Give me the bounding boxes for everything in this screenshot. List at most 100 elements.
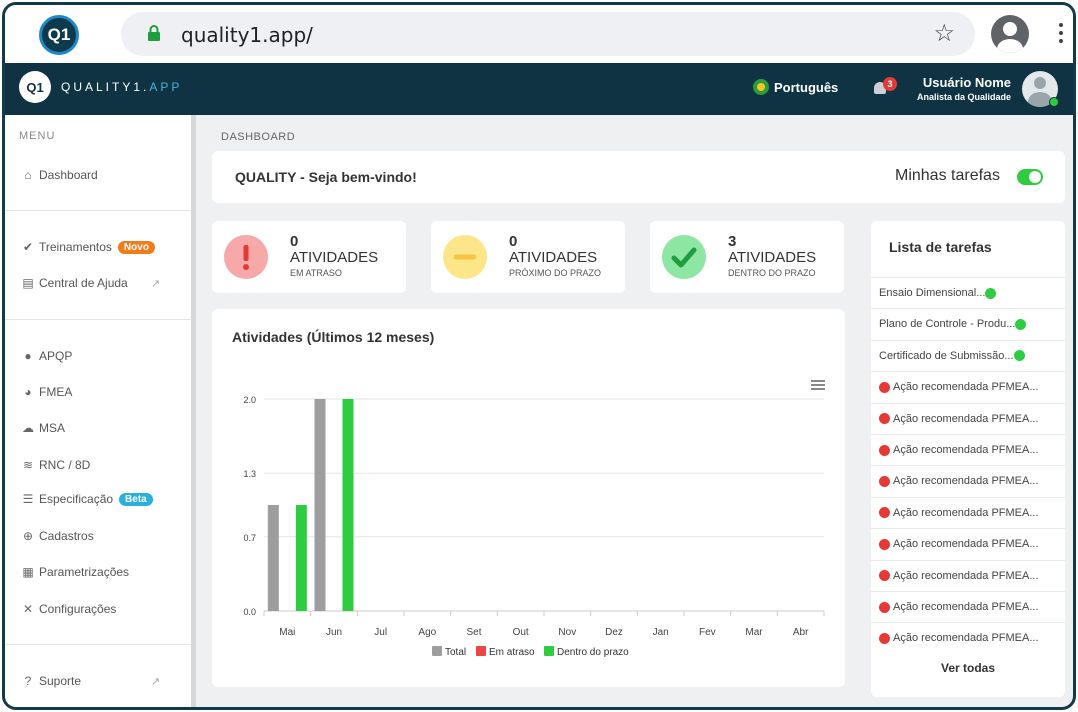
check-icon	[662, 235, 706, 279]
legend-label: Em atraso	[489, 647, 535, 658]
task-list-item[interactable]: Ação recomendada PFMEA...	[871, 371, 1065, 402]
browser-menu-icon[interactable]	[1059, 23, 1065, 47]
bar-total	[314, 399, 326, 611]
stat-count: 0	[509, 233, 518, 250]
browser-app-logo[interactable]: Q1	[39, 15, 79, 55]
sidebar-item-rnc-8d[interactable]: ≋ RNC / 8D	[21, 455, 90, 475]
sidebar-item-central-de-ajuda[interactable]: ▤ Central de Ajuda	[21, 273, 127, 293]
task-list-item[interactable]: Ação recomendada PFMEA...	[871, 622, 1065, 653]
x-tick-label: Fev	[699, 627, 716, 638]
legend-label: Dentro do prazo	[557, 647, 629, 658]
task-label: Ação recomendada PFMEA...	[893, 475, 1039, 488]
app-logo[interactable]: Q1	[19, 71, 51, 103]
task-label: Ação recomendada PFMEA...	[893, 412, 1039, 425]
stat-card-near-due[interactable]: 0 ATIVIDADES PRÓXIMO DO PRAZO	[431, 221, 625, 293]
sidebar-item-cadastros[interactable]: ⊕ Cadastros	[21, 526, 94, 546]
beta-badge: Beta	[119, 492, 153, 506]
status-ok-dot	[1013, 350, 1025, 362]
user-name[interactable]: Usuário Nome	[923, 75, 1011, 90]
home-icon: ⌂	[24, 168, 32, 182]
task-list-item[interactable]: Ensaio Dimensional...	[871, 277, 1065, 308]
task-label: Ação recomendada PFMEA...	[893, 569, 1039, 582]
legend-swatch	[432, 646, 442, 656]
url-text: quality1.app/	[181, 23, 313, 47]
status-late-dot	[879, 632, 890, 644]
sidebar-item-suporte[interactable]: ? Suporte	[21, 671, 81, 691]
status-late-dot	[879, 601, 890, 613]
status-late-dot	[879, 475, 890, 487]
x-tick-label: Jul	[374, 627, 387, 638]
x-tick-label: Jun	[326, 627, 342, 638]
my-tasks-toggle[interactable]	[1017, 169, 1043, 185]
task-label: Ação recomendada PFMEA...	[893, 538, 1039, 551]
x-tick-label: Mar	[745, 627, 763, 638]
task-list-item[interactable]: Ação recomendada PFMEA...	[871, 496, 1065, 528]
stat-card-overdue[interactable]: 0 ATIVIDADES EM ATRASO	[212, 221, 406, 293]
status-ok-dot	[985, 287, 997, 299]
task-list-item[interactable]: Ação recomendada PFMEA...	[871, 465, 1065, 496]
task-list-item[interactable]: Ação recomendada PFMEA...	[871, 434, 1065, 465]
task-list-item[interactable]: Ação recomendada PFMEA...	[871, 528, 1065, 559]
user-role: Analista da Qualidade	[916, 92, 1011, 102]
address-bar[interactable]: quality1.app/ ☆	[121, 12, 975, 56]
sidebar-item-especificacao[interactable]: ☰ Especificação Beta	[21, 489, 153, 509]
task-list-item[interactable]: Plano de Controle - Produ...	[871, 308, 1065, 339]
language-label: Português	[774, 79, 839, 95]
stat-count: 0	[290, 233, 299, 250]
list-icon: ☰	[22, 492, 34, 506]
sidebar-item-apqp[interactable]: ● APQP	[21, 346, 72, 366]
task-label: Ensaio Dimensional...	[879, 287, 986, 299]
x-tick-label: Ago	[418, 627, 436, 638]
stat-sublabel: EM ATRASO	[290, 268, 342, 278]
task-label: Ação recomendada PFMEA...	[893, 444, 1039, 456]
external-link-icon[interactable]: ↗	[151, 675, 160, 688]
bar-total	[267, 505, 279, 611]
sidebar-item-parametrizacoes[interactable]: ▦ Parametrizações	[21, 562, 129, 582]
browser-profile-avatar[interactable]	[991, 15, 1029, 53]
bar-dentro-do-prazo	[295, 505, 307, 611]
notification-count-badge: 3	[883, 77, 897, 91]
sidebar-item-treinamentos[interactable]: ✔ Treinamentos Novo	[21, 237, 155, 257]
question-icon: ?	[24, 674, 32, 688]
external-link-icon[interactable]: ↗	[151, 277, 160, 290]
language-selector[interactable]: Português	[753, 79, 838, 95]
stat-count: 3	[728, 233, 737, 250]
task-list-item[interactable]: Ação recomendada PFMEA...	[871, 591, 1065, 622]
task-label: Ação recomendada PFMEA...	[893, 381, 1039, 394]
task-list-item[interactable]: Certificado de Submissão...	[871, 339, 1065, 371]
stat-card-on-time[interactable]: 3 ATIVIDADES DENTRO DO PRAZO	[650, 221, 844, 293]
notifications-bell-icon[interactable]: 3	[871, 77, 897, 99]
brazil-flag-icon	[753, 79, 769, 95]
sidebar-item-dashboard[interactable]: ⌂ Dashboard	[21, 165, 97, 185]
y-tick-label: 0.0	[243, 607, 256, 617]
app-header: Q1 QUALITY1.APP Português 3 Usuário Nome…	[5, 63, 1073, 115]
y-tick-label: 0.7	[243, 533, 256, 543]
layers-icon: ≋	[22, 458, 34, 472]
task-list-item[interactable]: Ação recomendada PFMEA...	[871, 402, 1065, 434]
bookmark-star-icon[interactable]: ☆	[933, 19, 955, 48]
plus-circle-icon: ⊕	[22, 529, 34, 543]
sidebar-item-msa[interactable]: ☁ MSA	[21, 418, 65, 438]
sidebar: MENU ⌂ Dashboard ✔ Treinamentos Novo ▤ Cent…	[5, 115, 191, 707]
see-all-button[interactable]: Ver todas	[871, 661, 1065, 675]
task-label: Plano de Controle - Produ...	[879, 318, 1016, 331]
x-tick-label: Dez	[605, 627, 623, 638]
status-late-dot	[879, 444, 890, 456]
y-tick-label: 1.3	[243, 469, 256, 479]
task-list-item[interactable]: Ação recomendada PFMEA...	[871, 559, 1065, 591]
sidebar-item-fmea[interactable]: ◕ FMEA	[21, 382, 72, 402]
welcome-card: QUALITY - Seja bem-vindo! Minhas tarefas	[212, 151, 1065, 203]
welcome-title: QUALITY - Seja bem-vindo!	[235, 169, 417, 185]
new-badge: Novo	[117, 240, 155, 254]
task-list-card: Lista de tarefas Ensaio Dimensional... Pl…	[871, 221, 1065, 697]
sidebar-item-configuracoes[interactable]: ✕ Configurações	[21, 599, 116, 619]
browser-window: Q1 quality1.app/ ☆ Q1 QUALITY1.APP Portu…	[2, 2, 1076, 710]
tools-icon: ✕	[22, 602, 34, 616]
legend-swatch	[544, 646, 554, 656]
sidebar-scrollbar[interactable]	[191, 115, 196, 707]
book-icon: ▤	[22, 276, 34, 290]
globe-icon: ●	[24, 349, 32, 363]
y-tick-label: 2.0	[243, 395, 256, 405]
check-circle-icon: ✔	[22, 240, 34, 254]
browser-toolbar: Q1 quality1.app/ ☆	[5, 5, 1073, 63]
